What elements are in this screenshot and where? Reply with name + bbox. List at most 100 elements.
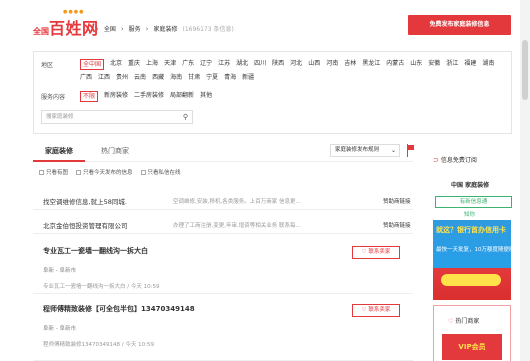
listing-location: 阜新 - 阜新市 xyxy=(43,268,76,274)
site-logo[interactable]: ●●●● 全国 百姓网 xyxy=(33,9,99,39)
publish-button[interactable]: 免费发布家庭装修信息 xyxy=(408,15,511,35)
sponsored-row[interactable]: 找空调维修信息,就上58同城. 空调维修,安装,移机,各类服务。上百万商家 信息… xyxy=(33,190,413,210)
ad-title[interactable]: 北京金伯恒投资管理有限公司 xyxy=(43,220,128,230)
tab-bar: 家庭装修 热门商家 家庭装修发布规则 ⌄ xyxy=(33,142,414,162)
chevron-right-icon: › xyxy=(145,24,149,33)
region-option[interactable]: 安徽 xyxy=(428,59,440,70)
region-option[interactable]: 甘肃 xyxy=(188,73,200,82)
region-option[interactable]: 上海 xyxy=(146,59,158,70)
breadcrumb-item[interactable]: 服务 xyxy=(129,24,141,33)
breadcrumb-item: 家庭装修 xyxy=(153,26,178,33)
promo-subline: 最快一天批复，10万额度随便刷 xyxy=(436,247,511,253)
checkbox-icon xyxy=(76,170,82,175)
ad-desc: 空调维修,安装,移机,各类服务。上百万商家 信息更... xyxy=(173,199,301,205)
rules-dropdown-label: 家庭装修发布规则 xyxy=(335,147,380,153)
region-option[interactable]: 宁夏 xyxy=(206,73,218,82)
ad-tag: 赞助商链接 xyxy=(383,199,411,205)
logo-prefix: 全国 xyxy=(33,27,49,36)
search-placeholder: 搜家庭装修 xyxy=(46,114,74,120)
content-list: 不限 新房装修 二手房装修 局部翻新 其他 xyxy=(80,91,212,102)
region-option[interactable]: 山东 xyxy=(410,59,422,70)
checkbox-icon xyxy=(140,170,146,175)
content-option[interactable]: 新房装修 xyxy=(104,91,128,102)
region-option[interactable]: 吉林 xyxy=(344,59,356,70)
region-list: 全中国 北京 重庆 上海 天津 广东 辽宁 江苏 湖北 四川 陕西 河北 山西 河南 吉林 黑龙江 内蒙古 山东安… xyxy=(80,59,500,82)
result-count: (1696173 条信息) xyxy=(182,26,234,33)
tab-home-decoration[interactable]: 家庭装修 xyxy=(33,142,85,162)
contact-seller-button[interactable]: ♡ 联系卖家 xyxy=(352,246,400,259)
region-option[interactable]: 河南 xyxy=(326,59,338,70)
vip-banner[interactable]: VIP会员 xyxy=(442,334,502,360)
tab-hot-merchants[interactable]: 热门商家 xyxy=(101,142,129,160)
region-option[interactable]: 浙江 xyxy=(446,59,458,70)
logo-main: 百姓网 xyxy=(49,19,99,38)
listing-title[interactable]: 专业瓦工一瓷墙一翻线沟一拆大白 xyxy=(43,246,148,256)
listing-meta: 专业瓦工一瓷墙一翻线沟一拆大白 / 今天 10:59 xyxy=(43,284,160,290)
region-option[interactable]: 云南 xyxy=(134,73,146,82)
region-option[interactable]: 贵州 xyxy=(116,73,128,82)
rules-dropdown[interactable]: 家庭装修发布规则 ⌄ xyxy=(330,144,400,157)
region-option[interactable]: 江西 xyxy=(98,73,110,82)
region-option[interactable]: 西藏 xyxy=(152,73,164,82)
region-option[interactable]: 广西 xyxy=(80,73,92,82)
hot-merchants-box: ♡ 热门商家 VIP会员 xyxy=(433,305,511,361)
chevron-right-icon: › xyxy=(96,24,99,33)
region-option[interactable]: 广东 xyxy=(182,59,194,70)
region-option[interactable]: 新疆 xyxy=(242,73,254,82)
region-option[interactable]: 山西 xyxy=(308,59,320,70)
hot-merchants-title: ♡ 热门商家 xyxy=(448,318,480,325)
content-option[interactable]: 局部翻新 xyxy=(170,91,194,102)
region-option[interactable]: 江苏 xyxy=(218,59,230,70)
subscribe-subtitle: 中国 家庭装修 xyxy=(451,182,490,189)
checkbox-with-image[interactable]: 只看有图 xyxy=(39,168,68,176)
chevron-right-icon: › xyxy=(120,24,124,33)
checkbox-today[interactable]: 只看今天发布的信息 xyxy=(76,168,133,176)
ad-tag: 赞助商链接 xyxy=(383,223,411,229)
search-icon[interactable]: ⚲ xyxy=(183,111,188,123)
heart-icon: ♡ xyxy=(448,318,454,325)
region-option[interactable]: 河北 xyxy=(290,59,302,70)
region-option[interactable]: 湖南 xyxy=(482,59,494,70)
promo-graphic xyxy=(441,274,501,286)
region-option[interactable]: 陕西 xyxy=(272,59,284,70)
contact-seller-button[interactable]: ♡ 联系卖家 xyxy=(352,304,400,317)
region-option[interactable]: 海南 xyxy=(170,73,182,82)
listing-item[interactable]: 专业瓦工一瓷墙一翻线沟一拆大白 阜新 - 阜新市 专业瓦工一瓷墙一翻线沟一拆大白… xyxy=(33,246,413,294)
credit-card-ad[interactable]: 就这？银行首办信用卡 最快一天批复，10万额度随便刷 xyxy=(433,220,511,300)
subscribe-title: ⊃ 信息免费订阅 xyxy=(433,156,477,164)
logo-dots-icon: ●●●● xyxy=(63,9,85,15)
region-option[interactable]: 天津 xyxy=(164,59,176,70)
new-info-button[interactable]: 有新信息通 xyxy=(435,196,512,208)
region-option[interactable]: 辽宁 xyxy=(200,59,212,70)
breadcrumb: › 全国 › 服务 › 家庭装修 (1696173 条信息) xyxy=(96,24,234,34)
region-option[interactable]: 内蒙古 xyxy=(386,59,404,70)
region-option[interactable]: 青海 xyxy=(224,73,236,82)
content-label: 服务内容 xyxy=(41,94,66,101)
page-header: ●●●● 全国 百姓网 › 全国 › 服务 › 家庭装修 (1696173 条信… xyxy=(0,0,530,48)
chevron-down-icon: ⌄ xyxy=(390,147,396,154)
region-option[interactable]: 福建 xyxy=(464,59,476,70)
region-option[interactable]: 重庆 xyxy=(128,59,140,70)
search-input[interactable]: 搜家庭装修 ⚲ xyxy=(41,110,193,124)
region-option[interactable]: 全中国 xyxy=(80,59,105,70)
region-option[interactable]: 黑龙江 xyxy=(362,59,380,70)
flag-icon[interactable] xyxy=(407,144,414,157)
region-option[interactable]: 四川 xyxy=(254,59,266,70)
checkbox-online[interactable]: 只看私信在线 xyxy=(140,168,181,176)
content-option[interactable]: 不限 xyxy=(80,91,99,102)
sponsored-row[interactable]: 北京金伯恒投资管理有限公司 办理了工商注册,变更,年审,增资等相关业务 联系每.… xyxy=(33,214,413,234)
rss-icon: ⊃ xyxy=(433,156,439,164)
breadcrumb-item[interactable]: 全国 xyxy=(104,24,116,33)
listing-item[interactable]: 程师傅精致装修【可全包半包】13470349148 阜新 - 阜新市 程师傅精致… xyxy=(33,304,413,361)
ad-title[interactable]: 找空调维修信息,就上58同城. xyxy=(43,196,127,206)
content-option[interactable]: 其他 xyxy=(200,91,212,102)
scrollbar-thumb[interactable] xyxy=(522,40,528,100)
region-label: 地区 xyxy=(41,62,54,69)
region-option[interactable]: 湖北 xyxy=(236,59,248,70)
listing-title[interactable]: 程师傅精致装修【可全包半包】13470349148 xyxy=(43,304,195,314)
content-option[interactable]: 二手房装修 xyxy=(134,91,164,102)
filter-checkboxes: 只看有图 只看今天发布的信息 只看私信在线 xyxy=(39,168,181,176)
ad-desc: 办理了工商注册,变更,年审,增资等相关业务 联系每... xyxy=(173,223,301,229)
sidebar-link[interactable]: 知你 xyxy=(464,210,475,218)
region-option[interactable]: 北京 xyxy=(110,59,122,70)
